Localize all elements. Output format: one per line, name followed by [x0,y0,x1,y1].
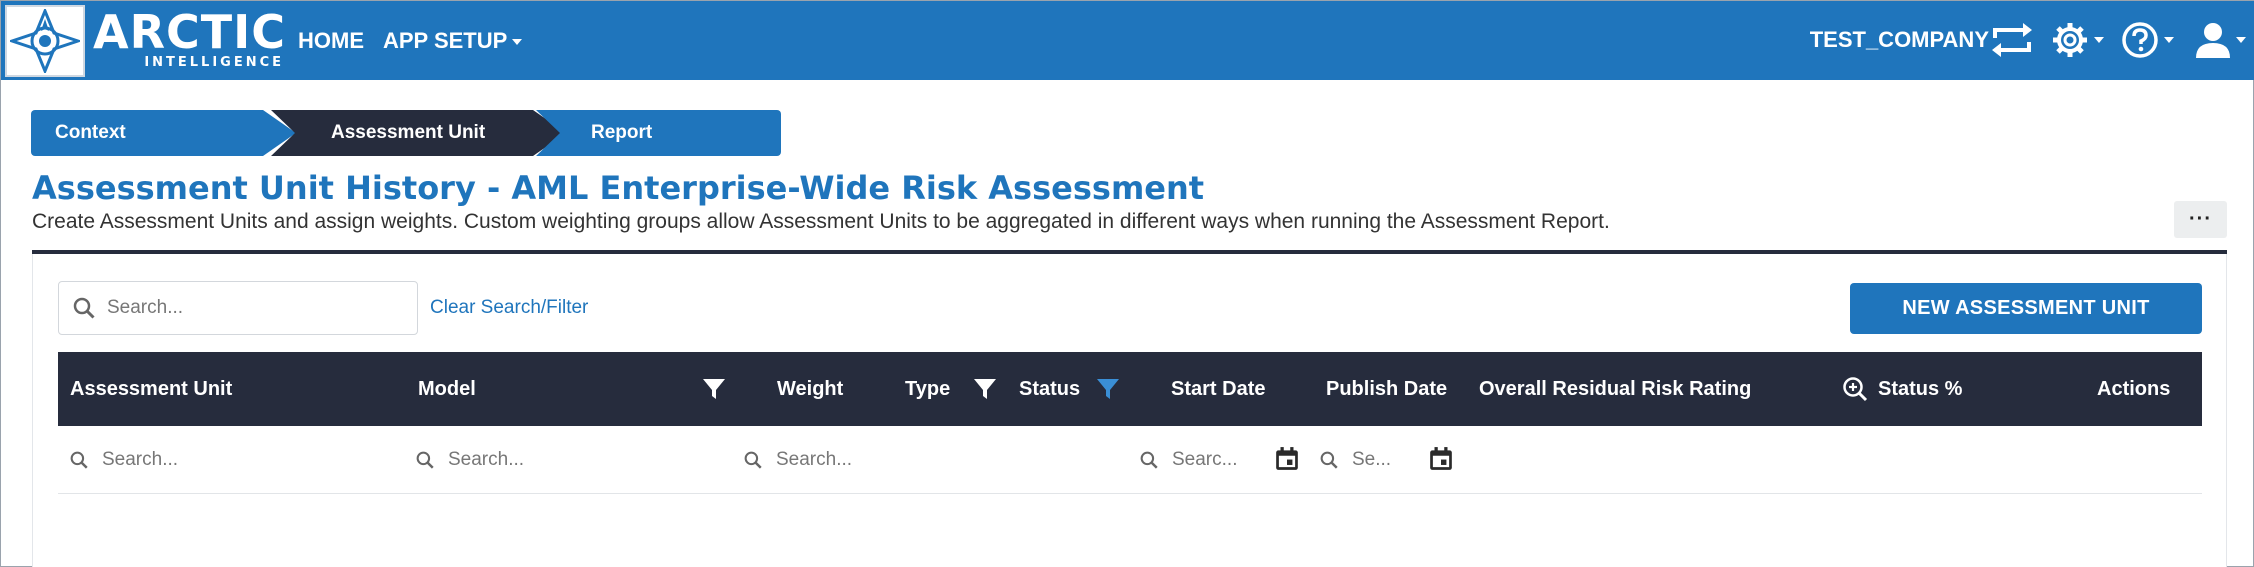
col-header-overall-residual-risk-rating[interactable]: Overall Residual Risk Rating [1479,352,1751,426]
search-icon [744,451,762,469]
type-filter-button[interactable] [972,376,998,402]
logo-compass-icon [10,9,80,73]
zoom-in-icon [1843,377,1868,402]
switch-arrows-icon [1992,23,2032,57]
col-header-publish-date[interactable]: Publish Date [1326,352,1447,426]
nav-app-setup-label: APP SETUP [383,28,508,53]
filter-model-input[interactable] [448,449,698,471]
more-options-label: ··· [2189,208,2212,230]
filter-icon [974,379,996,399]
filter-assessment-unit-input[interactable] [102,449,362,471]
filter-start-date[interactable] [1140,426,1250,494]
brand-logo[interactable] [5,5,85,77]
col-header-start-date[interactable]: Start Date [1171,352,1265,426]
user-icon [2196,23,2230,58]
table-header: Assessment Unit Model Weight Type Status… [58,352,2202,426]
chevron-down-icon [2236,37,2246,43]
col-header-type[interactable]: Type [905,352,950,426]
switch-company-button[interactable] [1989,19,2035,61]
help-menu[interactable] [2121,19,2174,61]
clear-search-filter-link[interactable]: Clear Search/Filter [430,295,588,321]
search-icon [1320,451,1338,469]
col-header-actions: Actions [2097,378,2171,400]
filter-publish-date-input[interactable] [1352,449,1402,471]
chevron-down-icon [512,39,523,46]
col-header-status-percent[interactable]: Status % [1878,352,1962,426]
brand-name: ARCTIC [93,5,287,59]
col-header-assessment-unit[interactable]: Assessment Unit [70,352,232,426]
company-name[interactable]: TEST_COMPANY [1810,26,1989,54]
settings-menu[interactable] [2051,19,2104,61]
filter-icon [1097,379,1119,399]
page-title: Assessment Unit History - AML Enterprise… [32,169,1205,207]
chevron-down-icon [2164,37,2174,43]
status-filter-button[interactable] [1095,376,1121,402]
nav-home-link[interactable]: HOME [298,27,364,55]
top-navbar: ARCTIC INTELLIGENCE HOME APP SETUP TEST_… [1,1,2254,80]
global-search-input[interactable] [107,297,397,319]
search-icon [73,297,95,319]
filter-weight[interactable] [744,426,1044,494]
filter-assessment-unit[interactable] [70,426,390,494]
chevron-down-icon [2094,37,2104,43]
step-assessment-unit[interactable]: Assessment Unit [271,110,566,156]
filter-model[interactable] [416,426,716,494]
user-menu[interactable] [2195,19,2246,61]
model-filter-button[interactable] [701,376,727,402]
col-header-status[interactable]: Status [1019,352,1080,426]
col-header-weight[interactable]: Weight [777,352,843,426]
filter-icon [703,379,725,399]
search-icon [1140,451,1158,469]
brand-wordmark: ARCTIC INTELLIGENCE [93,7,286,70]
col-header-model[interactable]: Model [418,352,476,426]
search-icon [70,451,88,469]
more-options-button[interactable]: ··· [2174,201,2227,238]
filter-start-date-input[interactable] [1172,449,1246,471]
filter-weight-input[interactable] [776,449,1026,471]
page-description: Create Assessment Units and assign weigh… [32,210,1610,233]
global-search-box[interactable] [58,281,418,335]
calendar-icon[interactable] [1274,446,1300,472]
calendar-icon[interactable] [1428,446,1454,472]
step-report[interactable]: Report [536,110,781,156]
new-assessment-unit-label: NEW ASSESSMENT UNIT [1902,297,2150,319]
gear-icon [2053,23,2087,57]
workflow-stepper: Context Assessment Unit Report [31,110,781,156]
table-filter-row [58,426,2202,494]
filter-publish-date[interactable] [1320,426,1410,494]
new-assessment-unit-button[interactable]: NEW ASSESSMENT UNIT [1850,283,2202,334]
step-context[interactable]: Context [31,110,296,156]
search-icon [416,451,434,469]
help-icon [2122,22,2158,58]
nav-app-setup-menu[interactable]: APP SETUP [383,27,523,55]
status-percent-zoom-button[interactable] [1842,376,1868,402]
